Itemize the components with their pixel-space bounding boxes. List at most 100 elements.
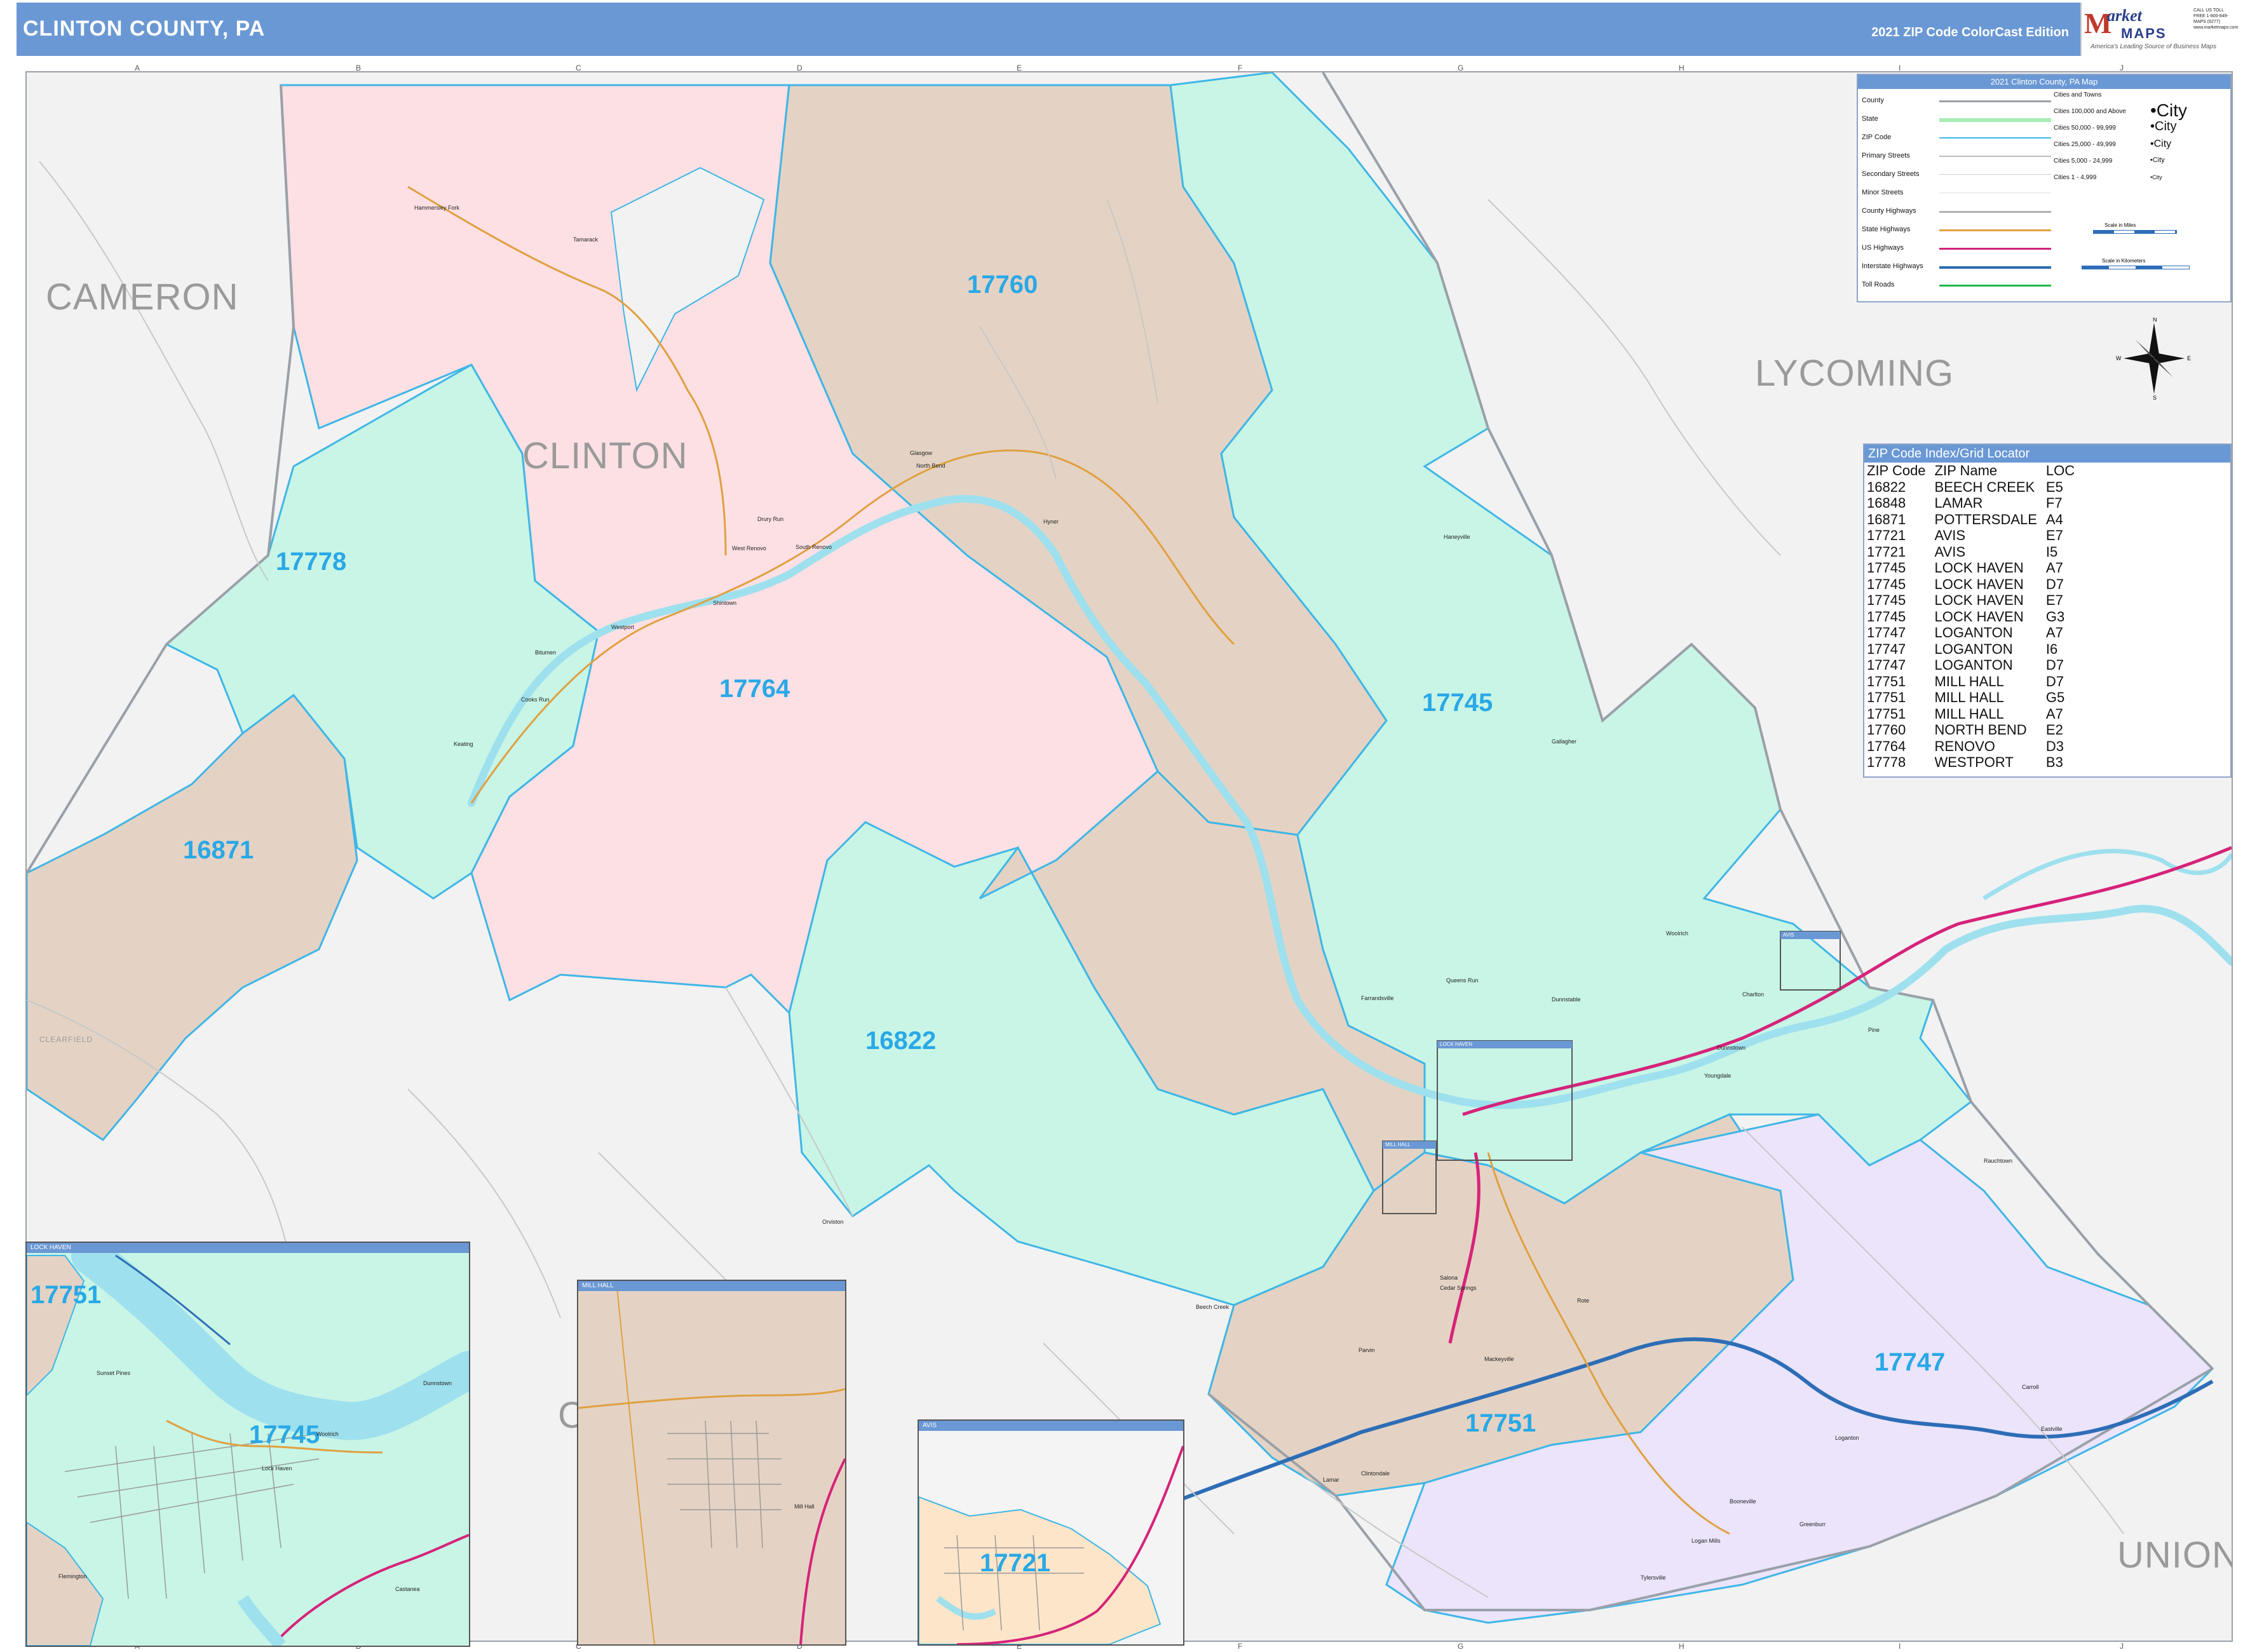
grid-letter: I [1899,64,1901,72]
town-label: Woolrich [1666,930,1688,937]
zip-index-cell: BEECH CREEK [1934,478,2035,495]
compass-n: N [2153,318,2157,323]
zip-area-16871[interactable] [27,693,358,1141]
inset-town-label: Lock Haven [262,1465,292,1472]
zip-index-cell: 17764 [1867,738,1906,754]
inset-tab-lock-haven: LOCK HAVEN [1437,1041,1572,1048]
zip-index-row: 17745 LOCK HAVEN E7 [1867,592,2084,609]
legend-row-us-hwy: US Highways [1862,244,1904,252]
zip-index-row: 17764 RENOVO D3 [1867,738,2084,755]
inset-town-label: Castanea [395,1586,420,1592]
inset-avis-svg [919,1446,1183,1644]
legend-scale-bar-km [2082,266,2190,269]
zip-index-cell: A4 [2045,511,2063,527]
legend-row-zip: ZIP Code [1862,133,1892,141]
town-label: Rauchtown [1984,1158,2013,1164]
logo-word: arket [2107,6,2142,25]
zip-index-cell: 17751 [1867,705,1906,722]
legend-row-interstate: Interstate Highways [1862,262,1923,270]
compass-s: S [2153,395,2157,400]
legend-row-primary: Primary Streets [1862,152,1910,159]
grid-letter: F [1238,64,1243,72]
town-label: Glasgow [910,450,933,456]
market-maps-logo[interactable]: M arket MAPS America's Leading Source of… [2080,3,2239,56]
zip-index-cell: D7 [2045,657,2064,673]
inset-avis-title: AVIS [919,1421,1183,1431]
town-label: Keating [454,741,473,747]
zip-index-cell: D7 [2045,576,2064,592]
zip-index-cell: G5 [2045,689,2065,705]
town-label: Beech Creek [1196,1304,1230,1310]
legend-city-range: Cities 1 - 4,999 [2054,174,2097,181]
town-label: Salona [1440,1275,1458,1281]
legend-line-state-hwy [1939,229,2051,231]
legend-title: 2021 Clinton County, PA Map [1858,75,2230,89]
town-label: Greenburr [1799,1521,1826,1527]
zip-index-cell: 17760 [1867,722,1906,738]
inset-town-label: Mill Hall [794,1503,815,1510]
grid-letter: J [2120,1642,2124,1651]
zip-index-cell: 17721 [1867,527,1906,543]
county-label-clearfield: CLEARFIELD [39,1035,93,1044]
legend-row-state: State [1862,115,1878,123]
zip-index-row: 17721 AVIS I5 [1867,544,2084,560]
grid-letter: F [1238,1642,1243,1651]
zip-index-row: 16848 LAMAR F7 [1867,495,2084,511]
town-label: Mackeyville [1484,1356,1514,1362]
inset-town-label: Sunset Pines [97,1370,131,1376]
zip-index-table: ZIP Code ZIP Name LOC 16822 BEECH CREEK E5… [1867,463,2084,771]
legend-city-range: Cities 100,000 and Above [2054,108,2126,115]
zip-index-cell: AVIS [1934,543,1966,560]
inset-avis[interactable]: AVIS 17721 [918,1419,1184,1646]
zip-index-cell: E5 [2045,478,2063,495]
legend-line-primary [1939,156,2051,157]
inset-lock-haven[interactable]: LOCK HAVEN 17751 17745 Sunset Pines Dunn… [25,1242,470,1647]
logo-tagline: America's Leading Source of Business Map… [2091,43,2217,50]
legend-city-symbol: •City [2150,174,2162,180]
zip-index-cell: E7 [2045,527,2063,543]
logo-contact: CALL US TOLL FREE 1-800-849-MAPS (6277) … [2193,8,2239,30]
legend-row-minor: Minor Streets [1862,189,1904,196]
town-label: Booneville [1730,1498,1756,1505]
zip-index-cell: MILL HALL [1934,689,2004,705]
town-label: Tamarack [573,236,599,243]
county-label-clinton: CLINTON [522,435,688,477]
inset-mill-hall[interactable]: MILL HALL Mill Hall [577,1280,846,1646]
legend-city-range: Cities 25,000 - 49,999 [2054,141,2116,148]
town-label: Lamar [1323,1477,1339,1483]
county-label-lycoming: LYCOMING [1755,353,1955,394]
zip-index-cell: 17745 [1867,576,1906,592]
zip-index-cell: LAMAR [1934,495,1983,511]
zip-index-cell: LOGANTON [1934,640,2013,657]
inset-town-label: Flemington [58,1573,87,1580]
inset-mill-hall-title: MILL HALL [578,1281,845,1291]
town-label: Farrandsville [1361,995,1394,1001]
legend-city-symbol: •City [2150,139,2172,149]
town-label: Tylersville [1641,1574,1666,1581]
legend-line-secondary [1939,174,2051,175]
zip-index-cell: 17721 [1867,543,1906,560]
zip-index-row: 17747 LOGANTON D7 [1867,657,2084,674]
town-label: South Renovo [796,544,832,550]
zip-index-cell: 16848 [1867,495,1906,511]
map-legend: 2021 Clinton County, PA Map County State… [1857,74,2232,302]
town-label: Cooks Run [521,696,550,703]
zip-index-row: 17721 AVIS E7 [1867,527,2084,544]
zip-index-cell: 16871 [1867,511,1906,527]
zip-index-cell: G3 [2045,608,2065,625]
legend-row-county-hwy: County Highways [1862,207,1916,215]
river-branch [1982,849,2232,900]
town-label: Drury Run [757,516,784,522]
legend-line-us-hwy [1939,248,2051,250]
town-label: Shintown [713,600,737,606]
town-label: Hyner [1043,518,1059,525]
zip-index-header: ZIP Code [1867,463,1926,478]
inset-lock-haven-title: LOCK HAVEN [27,1243,469,1253]
zip-index-cell: MILL HALL [1934,673,2004,689]
inset-zip-label-17721: 17721 [980,1549,1051,1577]
grid-letter: A [135,64,140,72]
zip-index-row: 17760 NORTH BEND E2 [1867,722,2084,738]
zip-index-cell: AVIS [1934,527,1966,543]
zip-index-cell: WESTPORT [1934,754,2014,770]
grid-letter: E [1017,64,1022,72]
